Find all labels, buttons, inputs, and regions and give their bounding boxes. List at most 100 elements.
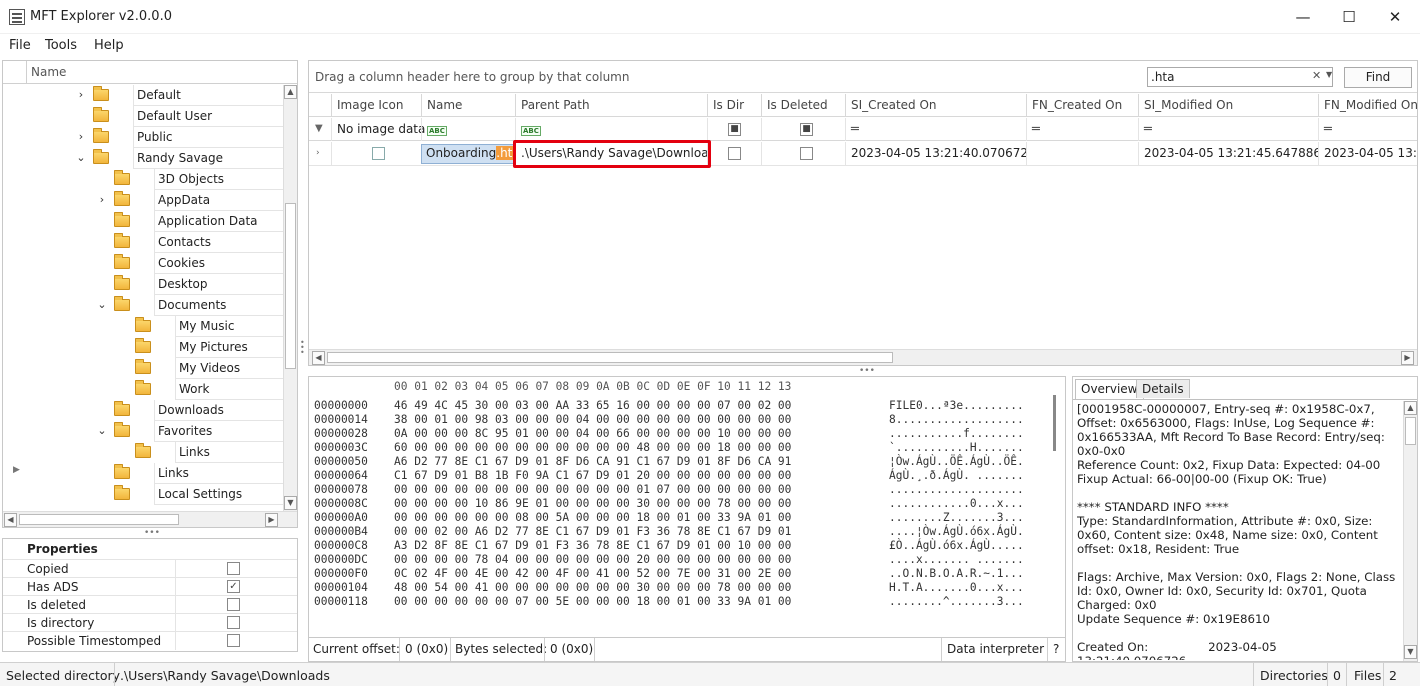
menu-help[interactable]: Help — [94, 38, 124, 53]
property-checkbox[interactable] — [227, 598, 240, 611]
tree-item[interactable]: My Pictures — [3, 337, 283, 358]
chevron-right-icon[interactable]: › — [96, 194, 108, 206]
tree-vertical-scrollbar[interactable]: ▲ ▼ — [283, 85, 297, 511]
search-box[interactable]: ✕ ▼ — [1147, 67, 1333, 87]
tree-item[interactable]: Links — [3, 463, 283, 484]
hex-viewer[interactable]: 00 01 02 03 04 05 06 07 08 09 0A 0B 0C 0… — [308, 376, 1066, 638]
scroll-up-icon[interactable]: ▲ — [1404, 401, 1417, 415]
hex-row[interactable]: 0000008C 00 00 00 00 10 86 9E 01 00 00 0… — [314, 497, 791, 511]
hex-row[interactable]: 00000064 C1 67 D9 01 B8 1B F0 9A C1 67 D… — [314, 469, 791, 483]
minimize-button[interactable]: — — [1280, 0, 1326, 34]
menu-tools[interactable]: Tools — [45, 38, 77, 53]
tree-item[interactable]: My Videos — [3, 358, 283, 379]
tab-overview[interactable]: Overview — [1075, 379, 1144, 399]
overview-text[interactable]: [0001958C-00000007, Entry-seq #: 0x1958C… — [1077, 402, 1401, 660]
hex-row[interactable]: 000000F0 0C 02 4F 00 4E 00 42 00 4F 00 4… — [314, 567, 791, 581]
find-button[interactable]: Find — [1344, 67, 1412, 88]
hex-row[interactable]: 00000050 A6 D2 77 8E C1 67 D9 01 8F D6 C… — [314, 455, 791, 469]
filter-si-created[interactable]: ═ — [845, 118, 1026, 141]
col-si-created-on[interactable]: SI_Created On — [845, 94, 1026, 117]
hex-row[interactable]: 000000B4 00 00 02 00 A6 D2 77 8E C1 67 D… — [314, 525, 791, 539]
tree-item[interactable]: ⌄ Randy Savage — [3, 148, 283, 169]
search-dropdown-icon[interactable]: ▼ — [1326, 70, 1332, 79]
col-parent-path[interactable]: Parent Path — [515, 94, 707, 117]
hex-row[interactable]: 00000000 46 49 4C 45 30 00 03 00 AA 33 6… — [314, 399, 791, 413]
tree-item[interactable]: ⌄ Documents — [3, 295, 283, 316]
cell-fn-modified[interactable]: 2023-04-05 13:2 — [1318, 142, 1417, 166]
filter-name[interactable]: ABC — [421, 118, 515, 141]
row-expand-icon[interactable]: › — [309, 142, 331, 166]
cell-si-modified[interactable]: 2023-04-05 13:21:45.6478863 — [1138, 142, 1318, 166]
overview-vertical-scrollbar[interactable]: ▲ ▼ — [1403, 401, 1417, 661]
tree-item[interactable]: Application Data — [3, 211, 283, 232]
property-checkbox[interactable] — [227, 562, 240, 575]
data-interpreter-button[interactable]: Data interpreter — [947, 642, 1044, 656]
hex-row[interactable]: 00000078 00 00 00 00 00 00 00 00 00 00 0… — [314, 483, 791, 497]
tree-header-name[interactable]: Name — [31, 65, 66, 79]
tab-details[interactable]: Details — [1136, 379, 1190, 398]
hex-row[interactable]: 00000014 38 00 01 00 98 03 00 00 00 04 0… — [314, 413, 791, 427]
filter-parent-path[interactable]: ABC — [515, 118, 707, 141]
indeterminate-checkbox[interactable]: ■ — [728, 123, 741, 136]
cell-is-deleted[interactable] — [761, 142, 845, 166]
help-button[interactable]: ? — [1053, 642, 1059, 656]
filter-is-dir[interactable]: ■ — [707, 118, 761, 141]
tree-item[interactable]: Contacts — [3, 232, 283, 253]
tree-scroll-thumb[interactable] — [285, 203, 296, 369]
property-checkbox[interactable]: ✓ — [227, 580, 240, 593]
scroll-up-icon[interactable]: ▲ — [284, 85, 297, 99]
hex-row[interactable]: 000000C8 A3 D2 8F 8E C1 67 D9 01 F3 36 7… — [314, 539, 791, 553]
scroll-right-icon[interactable]: ▶ — [265, 513, 278, 527]
is-dir-checkbox[interactable] — [728, 147, 741, 160]
tree-item[interactable]: Downloads — [3, 400, 283, 421]
tree-item[interactable]: 3D Objects — [3, 169, 283, 190]
filter-icon[interactable]: ▼ — [309, 118, 331, 141]
chevron-right-icon[interactable]: › — [75, 131, 87, 143]
scroll-left-icon[interactable]: ◀ — [4, 513, 17, 527]
hex-scroll-thumb[interactable] — [1053, 395, 1056, 451]
filter-fn-created[interactable]: ═ — [1026, 118, 1138, 141]
scroll-left-icon[interactable]: ◀ — [312, 351, 325, 365]
chevron-right-icon[interactable]: › — [75, 89, 87, 101]
overview-scroll-thumb[interactable] — [1405, 417, 1416, 445]
chevron-down-icon[interactable]: ⌄ — [96, 299, 108, 311]
tree-item[interactable]: Local Settings — [3, 484, 283, 505]
col-is-deleted[interactable]: Is Deleted — [761, 94, 845, 117]
cell-is-dir[interactable] — [707, 142, 761, 166]
grid-hscroll-thumb[interactable] — [327, 352, 893, 363]
cell-fn-created[interactable] — [1026, 142, 1138, 166]
filter-si-modified[interactable]: ═ — [1138, 118, 1318, 141]
tree-item[interactable]: Links — [3, 442, 283, 463]
scroll-down-icon[interactable]: ▼ — [284, 496, 297, 510]
hex-row[interactable]: 0000003C 60 00 00 00 00 00 00 00 00 00 0… — [314, 441, 791, 455]
tree-horizontal-scrollbar[interactable]: ◀ ▶ — [3, 511, 297, 527]
is-deleted-checkbox[interactable] — [800, 147, 813, 160]
hex-row[interactable]: 000000A0 00 00 00 00 00 00 08 00 5A 00 0… — [314, 511, 791, 525]
chevron-down-icon[interactable]: ⌄ — [75, 152, 87, 164]
filter-fn-modified[interactable]: ═ — [1318, 118, 1417, 141]
chevron-down-icon[interactable]: ⌄ — [96, 425, 108, 437]
col-fn-created-on[interactable]: FN_Created On — [1026, 94, 1138, 117]
col-fn-modified-on[interactable]: FN_Modified On — [1318, 94, 1418, 117]
splitter-grip-icon[interactable]: ••• — [859, 366, 875, 376]
tree-item[interactable]: My Music — [3, 316, 283, 337]
filter-is-deleted[interactable]: ■ — [761, 118, 845, 141]
tree-hscroll-thumb[interactable] — [19, 514, 179, 525]
property-checkbox[interactable] — [227, 616, 240, 629]
col-si-modified-on[interactable]: SI_Modified On — [1138, 94, 1318, 117]
hex-row[interactable]: 00000028 0A 00 00 00 8C 95 01 00 00 04 0… — [314, 427, 791, 441]
grid-horizontal-scrollbar[interactable]: ◀ ▶ — [309, 349, 1417, 365]
tree-item[interactable]: Default User — [3, 106, 283, 127]
indeterminate-checkbox[interactable]: ■ — [800, 123, 813, 136]
tree-item[interactable]: Desktop — [3, 274, 283, 295]
tree-item[interactable]: Work — [3, 379, 283, 400]
clear-search-icon[interactable]: ✕ — [1312, 69, 1321, 82]
tree-item[interactable]: ⌄ Favorites — [3, 421, 283, 442]
scroll-right-icon[interactable]: ▶ — [1401, 351, 1414, 365]
tree-item[interactable]: › Public — [3, 127, 283, 148]
property-checkbox[interactable] — [227, 634, 240, 647]
tree-item[interactable]: › AppData — [3, 190, 283, 211]
cell-si-created[interactable]: 2023-04-05 13:21:40.0706726 — [845, 142, 1026, 166]
close-button[interactable]: ✕ — [1372, 0, 1418, 34]
col-name[interactable]: Name — [421, 94, 515, 117]
